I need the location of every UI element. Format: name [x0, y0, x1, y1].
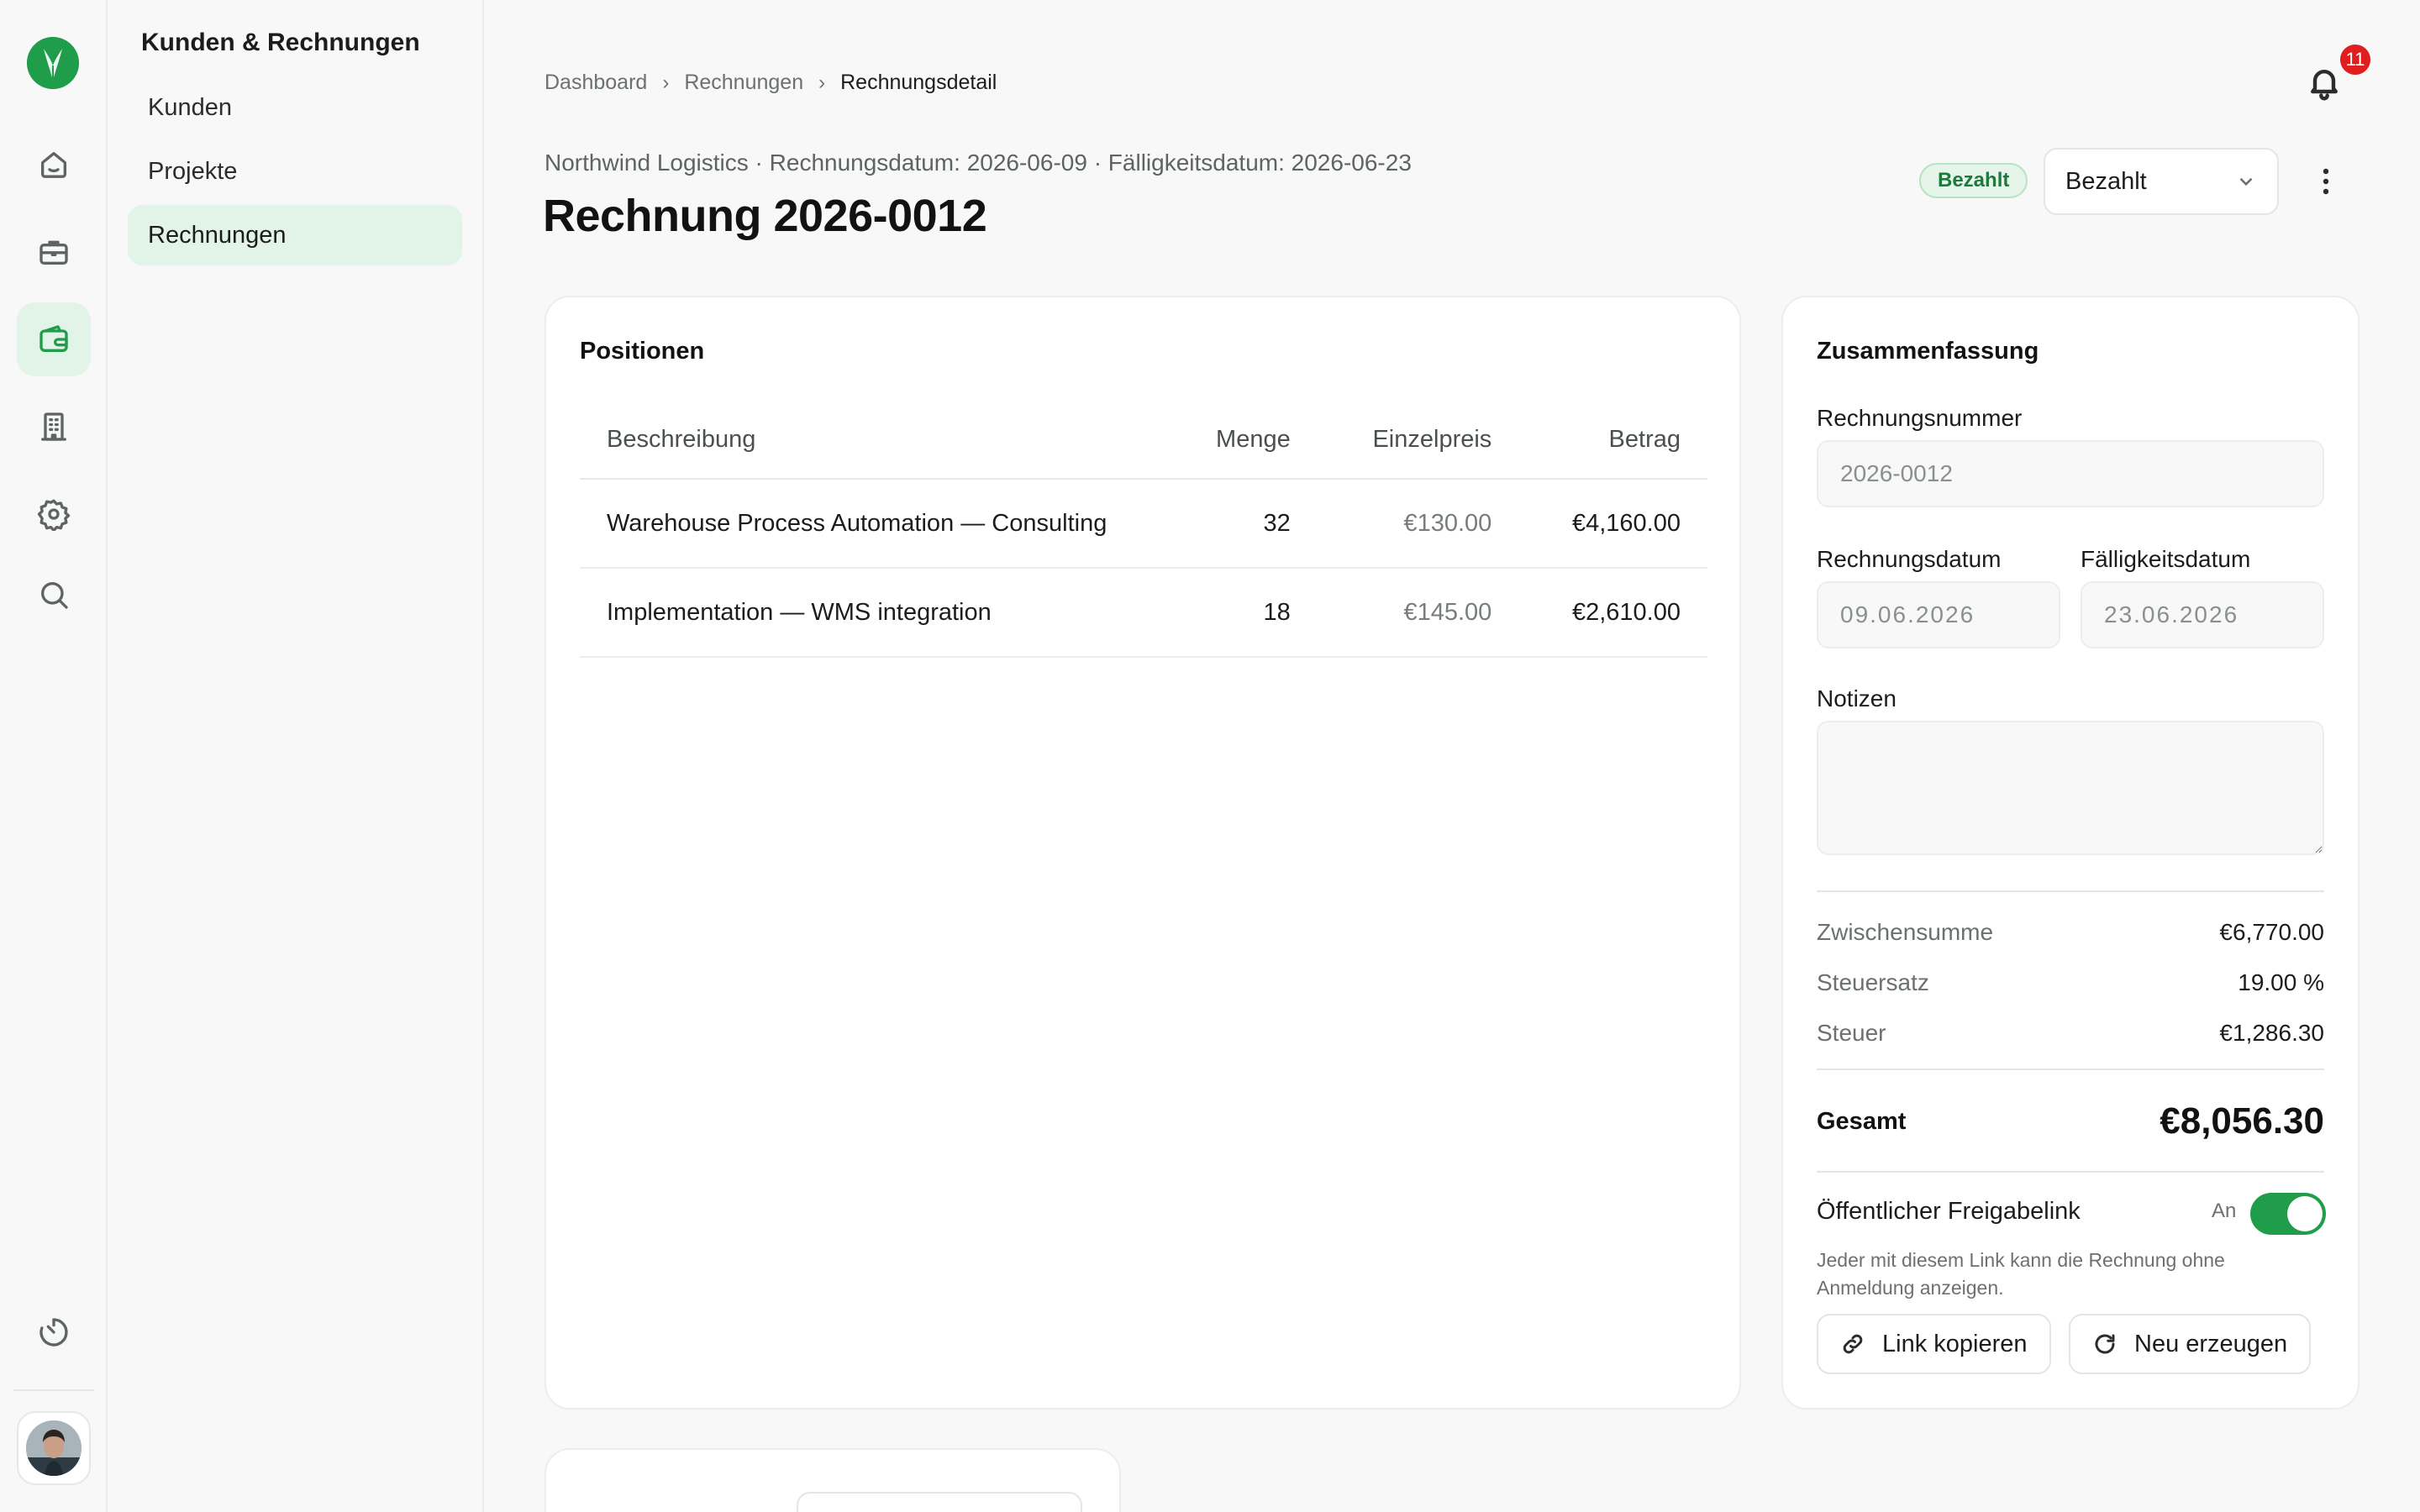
positions-title: Positionen: [580, 338, 705, 365]
row-unit-price: €145.00: [1317, 568, 1519, 658]
rail-search-button[interactable]: [17, 558, 91, 632]
toggle-knob: [2287, 1196, 2323, 1231]
chevron-down-icon: [2239, 177, 2253, 186]
summary-title: Zusammenfassung: [1817, 338, 2039, 365]
summary-divider: [1817, 890, 2324, 892]
row-description: Warehouse Process Automation — Consultin…: [580, 479, 1168, 569]
total-value: €8,056.30: [2160, 1100, 2324, 1142]
status-select[interactable]: Bezahlt: [2044, 148, 2279, 215]
chevron-right-icon: ›: [818, 71, 826, 94]
row-quantity: 32: [1168, 479, 1318, 569]
payments-select[interactable]: [797, 1492, 1082, 1512]
share-link-label: Öffentlicher Freigabelink: [1817, 1198, 2081, 1225]
tax-rate-row: Steuersatz 19.00 %: [1817, 969, 2324, 996]
rail-timer-button[interactable]: [17, 1295, 91, 1369]
invoice-date-label: Rechnungsdatum: [1817, 546, 2002, 572]
gear-icon: [37, 499, 71, 531]
tax-label: Steuer: [1817, 1020, 1886, 1046]
briefcase-icon: [39, 240, 68, 265]
invoice-meta: Northwind Logistics · Rechnungsdatum: 20…: [544, 150, 1412, 176]
breadcrumb: Dashboard › Rechnungen › Rechnungsdetail: [544, 71, 997, 95]
section-sidebar: Kunden & Rechnungen Kunden Projekte Rech…: [108, 0, 484, 1512]
notifications-button[interactable]: 11: [2306, 42, 2373, 104]
rail-clients-button[interactable]: [17, 390, 91, 464]
status-badge: Bezahlt: [1919, 163, 2028, 198]
user-avatar[interactable]: [17, 1411, 91, 1485]
page-title: Rechnung 2026-0012: [543, 191, 987, 241]
search-icon: [41, 582, 68, 609]
chevron-right-icon: ›: [662, 71, 670, 94]
more-actions-button[interactable]: [2309, 165, 2343, 198]
user-avatar-image: [26, 1420, 82, 1476]
due-date-label: Fälligkeitsdatum: [2081, 546, 2251, 572]
summary-card: Zusammenfassung Rechnungsnummer Rechnung…: [1781, 296, 2360, 1410]
sidebar-item-kunden[interactable]: Kunden: [128, 77, 462, 138]
building-icon: [41, 412, 67, 441]
tax-value: €1,286.30: [2219, 1020, 2324, 1046]
table-row[interactable]: Warehouse Process Automation — Consultin…: [580, 479, 1707, 569]
payments-card: [544, 1448, 1121, 1512]
summary-divider: [1817, 1068, 2324, 1070]
total-label: Gesamt: [1817, 1107, 1907, 1135]
leaf-logo-icon: [27, 37, 79, 89]
regenerate-link-button[interactable]: Neu erzeugen: [2069, 1314, 2312, 1374]
sidebar-item-projekte[interactable]: Projekte: [128, 141, 462, 202]
table-header-row: Beschreibung Menge Einzelpreis Betrag: [580, 402, 1707, 480]
subtotal-value: €6,770.00: [2219, 919, 2324, 945]
positions-card: Positionen Beschreibung Menge Einzelprei…: [544, 296, 1741, 1410]
breadcrumb-current: Rechnungsdetail: [840, 71, 997, 94]
share-link-state: An: [2212, 1200, 2237, 1222]
regenerate-label: Neu erzeugen: [2134, 1330, 2288, 1357]
tax-rate-label: Steuersatz: [1817, 969, 1929, 995]
more-vertical-icon: [2323, 168, 2329, 195]
breadcrumb-dashboard[interactable]: Dashboard: [544, 71, 647, 95]
row-amount: €4,160.00: [1518, 479, 1707, 569]
refresh-icon: [2095, 1334, 2115, 1354]
row-unit-price: €130.00: [1317, 479, 1519, 569]
notes-label: Notizen: [1817, 685, 1897, 711]
sidebar-title: Kunden & Rechnungen: [141, 29, 420, 56]
row-quantity: 18: [1168, 568, 1318, 658]
icon-rail: [0, 0, 108, 1512]
copy-link-label: Link kopieren: [1882, 1330, 2028, 1357]
invoice-date-field[interactable]: [1817, 581, 2060, 648]
row-amount: €2,610.00: [1518, 568, 1707, 658]
app-logo[interactable]: [27, 37, 79, 89]
wallet-icon: [39, 325, 68, 352]
home-icon: [41, 152, 67, 178]
rail-home-button[interactable]: [17, 128, 91, 202]
subtotal-row: Zwischensumme €6,770.00: [1817, 919, 2324, 946]
link-icon: [1843, 1334, 1863, 1354]
status-select-value: Bezahlt: [2065, 167, 2147, 195]
tax-row: Steuer €1,286.30: [1817, 1020, 2324, 1047]
invoice-number-field[interactable]: [1817, 440, 2324, 507]
row-description: Implementation — WMS integration: [580, 568, 1168, 658]
rail-invoices-button[interactable]: [17, 302, 91, 376]
due-date-field[interactable]: [2081, 581, 2324, 648]
column-header-amount: Betrag: [1518, 402, 1707, 480]
summary-divider: [1817, 1171, 2324, 1173]
breadcrumb-rechnungen[interactable]: Rechnungen: [684, 71, 803, 95]
rail-divider: [13, 1389, 94, 1391]
timer-icon: [39, 1318, 68, 1347]
column-header-quantity: Menge: [1168, 402, 1318, 480]
share-link-help: Jeder mit diesem Link kann die Rechnung …: [1817, 1249, 2225, 1299]
share-link-toggle[interactable]: [2250, 1193, 2326, 1235]
notes-field[interactable]: [1817, 721, 2324, 855]
rail-projects-button[interactable]: [17, 215, 91, 289]
total-row: Gesamt €8,056.30: [1817, 1100, 2324, 1142]
table-row[interactable]: Implementation — WMS integration 18 €145…: [580, 568, 1707, 658]
sidebar-item-rechnungen[interactable]: Rechnungen: [128, 205, 462, 265]
tax-rate-value: 19.00 %: [2238, 969, 2324, 995]
column-header-unit-price: Einzelpreis: [1317, 402, 1519, 480]
subtotal-label: Zwischensumme: [1817, 919, 1994, 945]
positions-table: Beschreibung Menge Einzelpreis Betrag Wa…: [580, 402, 1707, 658]
copy-link-button[interactable]: Link kopieren: [1817, 1314, 2051, 1374]
invoice-number-label: Rechnungsnummer: [1817, 405, 2023, 431]
rail-settings-button[interactable]: [17, 477, 91, 551]
column-header-description: Beschreibung: [580, 402, 1168, 480]
notification-count-badge: 11: [2338, 42, 2373, 77]
bell-icon: [2311, 70, 2338, 101]
